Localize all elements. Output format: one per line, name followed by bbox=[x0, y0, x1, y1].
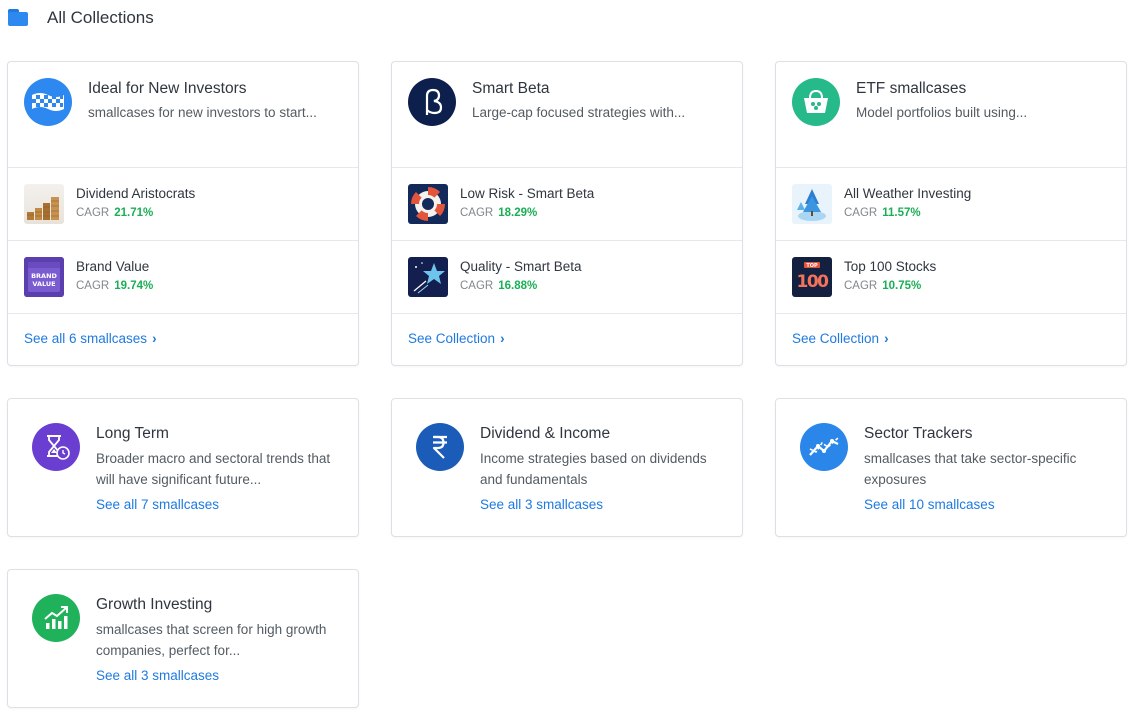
collection-description: Model portfolios built using... bbox=[856, 105, 1028, 120]
weather-thumb bbox=[792, 184, 832, 224]
page-title: All Collections bbox=[47, 8, 154, 27]
collection-description: smallcases that take sector-specific exp… bbox=[864, 451, 1077, 487]
smallcase-row-all-weather[interactable]: All Weather Investing CAGR 11.57% bbox=[776, 168, 1126, 241]
thumb-label: 100 bbox=[797, 272, 830, 292]
top100-thumb: TOP 100 bbox=[792, 257, 832, 297]
beta-icon bbox=[408, 78, 456, 126]
smallcase-name: Brand Value bbox=[76, 259, 150, 274]
cagr-value: 10.75% bbox=[882, 280, 922, 292]
basket-icon bbox=[792, 78, 840, 126]
collection-title: Ideal for New Investors bbox=[88, 80, 247, 97]
chevron-right-icon: › bbox=[500, 331, 505, 346]
brand-value-thumb: BRAND VALUE bbox=[24, 257, 64, 297]
thumb-label: TOP bbox=[806, 263, 818, 269]
see-all-link[interactable]: See all 10 smallcases bbox=[864, 497, 995, 512]
cagr-value: 11.57% bbox=[882, 207, 921, 219]
collection-card-dividend-income[interactable]: Dividend & Income Income strategies base… bbox=[391, 398, 743, 537]
collection-description: Broader macro and sectoral trends that w… bbox=[96, 451, 331, 487]
trend-line-icon bbox=[800, 423, 848, 471]
collection-title: Growth Investing bbox=[96, 596, 213, 613]
cagr-line: CAGR 18.29% bbox=[460, 207, 538, 219]
smallcase-row-top-100[interactable]: TOP 100 Top 100 Stocks CAGR 10.75% bbox=[776, 241, 1126, 314]
smallcase-name: Dividend Aristocrats bbox=[76, 186, 196, 201]
see-all-link[interactable]: See all 6 smallcases › bbox=[24, 331, 157, 346]
smallcase-row-dividend-aristocrats[interactable]: Dividend Aristocrats CAGR 21.71% bbox=[8, 168, 358, 241]
thumb-label: VALUE bbox=[32, 280, 55, 288]
page-header: All Collections bbox=[8, 6, 154, 30]
smallcase-name: Quality - Smart Beta bbox=[460, 259, 582, 274]
cagr-value: 19.74% bbox=[114, 280, 154, 292]
collection-description: smallcases that screen for high growth c… bbox=[96, 622, 327, 658]
cagr-line: CAGR 21.71% bbox=[76, 207, 154, 219]
collection-card-new-investors[interactable]: Ideal for New Investors smallcases for n… bbox=[7, 61, 359, 366]
collection-card-etf[interactable]: ETF smallcases Model portfolios built us… bbox=[775, 61, 1127, 366]
hourglass-clock-icon bbox=[32, 423, 80, 471]
collection-title: Dividend & Income bbox=[480, 425, 611, 442]
see-collection-link[interactable]: See Collection › bbox=[792, 331, 889, 346]
cagr-line: CAGR 10.75% bbox=[844, 280, 922, 292]
see-all-link[interactable]: See all 7 smallcases bbox=[96, 497, 219, 512]
cagr-value: 16.88% bbox=[498, 280, 538, 292]
cagr-line: CAGR 11.57% bbox=[844, 207, 921, 219]
cagr-line: CAGR 16.88% bbox=[460, 280, 538, 292]
see-all-link[interactable]: See all 3 smallcases bbox=[480, 497, 603, 512]
collection-title: Long Term bbox=[96, 425, 169, 442]
cagr-line: CAGR 19.74% bbox=[76, 280, 154, 292]
smallcase-row-quality[interactable]: Quality - Smart Beta CAGR 16.88% bbox=[392, 241, 742, 314]
cagr-value: 21.71% bbox=[114, 207, 154, 219]
chevron-right-icon: › bbox=[152, 331, 157, 346]
smallcase-name: Low Risk - Smart Beta bbox=[460, 186, 595, 201]
star-thumb bbox=[408, 257, 448, 297]
smallcase-row-brand-value[interactable]: BRAND VALUE Brand Value CAGR 19.74% bbox=[8, 241, 358, 314]
collection-description: Income strategies based on dividends and… bbox=[480, 451, 707, 487]
collection-card-smart-beta[interactable]: Smart Beta Large-cap focused strategies … bbox=[391, 61, 743, 366]
smallcase-row-low-risk[interactable]: Low Risk - Smart Beta CAGR 18.29% bbox=[392, 168, 742, 241]
collection-description: smallcases for new investors to start... bbox=[88, 105, 317, 120]
collection-card-long-term[interactable]: Long Term Broader macro and sectoral tre… bbox=[7, 398, 359, 537]
collection-card-sector-trackers[interactable]: Sector Trackers smallcases that take sec… bbox=[775, 398, 1127, 537]
rupee-icon bbox=[416, 423, 464, 471]
collection-title: ETF smallcases bbox=[856, 80, 967, 97]
folder-icon bbox=[8, 9, 30, 27]
coin-stacks-thumb bbox=[24, 184, 64, 224]
collection-title: Sector Trackers bbox=[864, 425, 973, 442]
collection-description: Large-cap focused strategies with... bbox=[472, 105, 686, 120]
smallcase-name: All Weather Investing bbox=[844, 186, 972, 201]
smallcase-name: Top 100 Stocks bbox=[844, 259, 937, 274]
see-all-link[interactable]: See all 3 smallcases bbox=[96, 668, 219, 683]
collection-title: Smart Beta bbox=[472, 80, 550, 97]
growth-chart-icon bbox=[32, 594, 80, 642]
thumb-label: BRAND bbox=[31, 272, 57, 280]
see-collection-link[interactable]: See Collection › bbox=[408, 331, 505, 346]
lifebuoy-thumb bbox=[408, 184, 448, 224]
cagr-value: 18.29% bbox=[498, 207, 538, 219]
chevron-right-icon: › bbox=[884, 331, 889, 346]
collection-card-growth-investing[interactable]: Growth Investing smallcases that screen … bbox=[7, 569, 359, 708]
checkered-flag-icon bbox=[24, 78, 72, 126]
